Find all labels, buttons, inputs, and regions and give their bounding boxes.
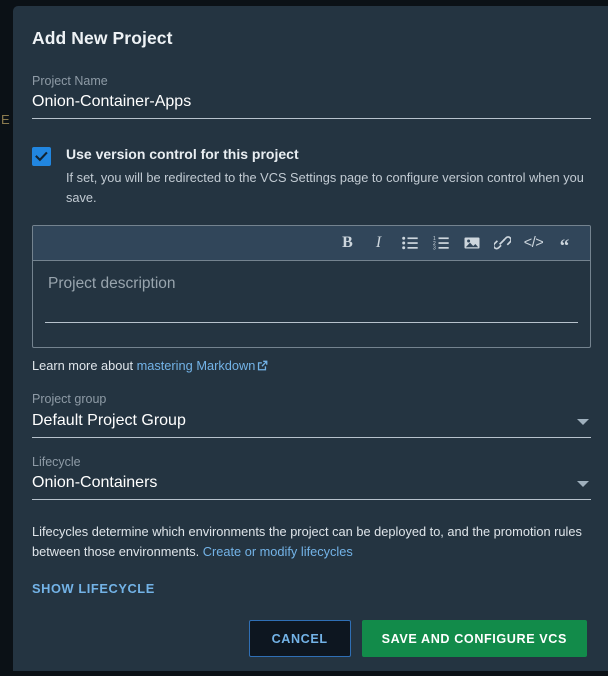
project-name-value: Onion-Container-Apps [32, 93, 192, 111]
link-icon[interactable] [487, 227, 518, 258]
quote-icon[interactable]: “ [549, 226, 580, 263]
lifecycle-label: Lifecycle [32, 454, 81, 469]
italic-icon[interactable]: I [363, 227, 394, 258]
project-group-select[interactable]: Default Project Group [32, 411, 591, 438]
lifecycle-value: Onion-Containers [32, 473, 158, 491]
checkbox-checked-icon[interactable] [32, 147, 51, 167]
project-name-input[interactable]: Onion-Container-Apps [32, 92, 591, 120]
project-group-label: Project group [32, 392, 107, 407]
create-or-modify-lifecycles-link[interactable]: Create or modify lifecycles [203, 544, 353, 559]
external-link-icon [257, 359, 268, 376]
lifecycle-select[interactable]: Onion-Containers [32, 473, 591, 500]
markdown-toolbar: B I 1 2 3 </> “ [33, 225, 590, 263]
code-icon[interactable]: </> [518, 227, 549, 258]
project-group-field: Project group Default Project Group [32, 391, 591, 438]
project-name-field: Project Name Onion-Container-Apps [32, 73, 591, 120]
chevron-down-icon[interactable] [577, 480, 589, 487]
cancel-button[interactable]: CANCEL [248, 620, 351, 657]
add-new-project-dialog: Add New Project Project Name Onion-Conta… [13, 6, 608, 671]
markdown-hint-text: Learn more about [32, 357, 137, 373]
markdown-hint: Learn more about mastering Markdown [32, 358, 591, 376]
dialog-footer: CANCEL SAVE AND CONFIGURE VCS [248, 620, 587, 657]
bold-icon[interactable]: B [332, 227, 363, 258]
mastering-markdown-link[interactable]: mastering Markdown [137, 358, 256, 373]
project-name-label: Project Name [32, 74, 108, 88]
lifecycle-field: Lifecycle Onion-Containers [32, 454, 591, 500]
description-underline [45, 321, 578, 323]
chevron-down-icon[interactable] [577, 418, 589, 425]
description-editor: B I 1 2 3 </> “ Project description [32, 224, 591, 348]
version-control-text: Use version control for this project If … [66, 145, 591, 208]
version-control-title: Use version control for this project [66, 146, 299, 163]
description-input[interactable]: Project description [33, 261, 590, 347]
show-lifecycle-button[interactable]: SHOW LIFECYCLE [32, 581, 155, 596]
version-control-checkbox-row[interactable]: Use version control for this project If … [32, 145, 591, 208]
project-group-value: Default Project Group [32, 411, 186, 429]
save-and-configure-vcs-button[interactable]: SAVE AND CONFIGURE VCS [361, 620, 587, 657]
bulleted-list-icon[interactable] [394, 227, 425, 258]
lifecycle-note: Lifecycles determine which environments … [32, 522, 584, 563]
description-placeholder: Project description [48, 274, 176, 292]
page-title: Add New Project [32, 28, 173, 48]
version-control-description: If set, you will be redirected to the VC… [66, 170, 584, 205]
image-icon[interactable] [456, 227, 487, 258]
numbered-list-icon[interactable]: 1 2 3 [425, 227, 456, 258]
svg-text:3: 3 [433, 245, 436, 249]
clipped-background-text: E [1, 113, 10, 126]
